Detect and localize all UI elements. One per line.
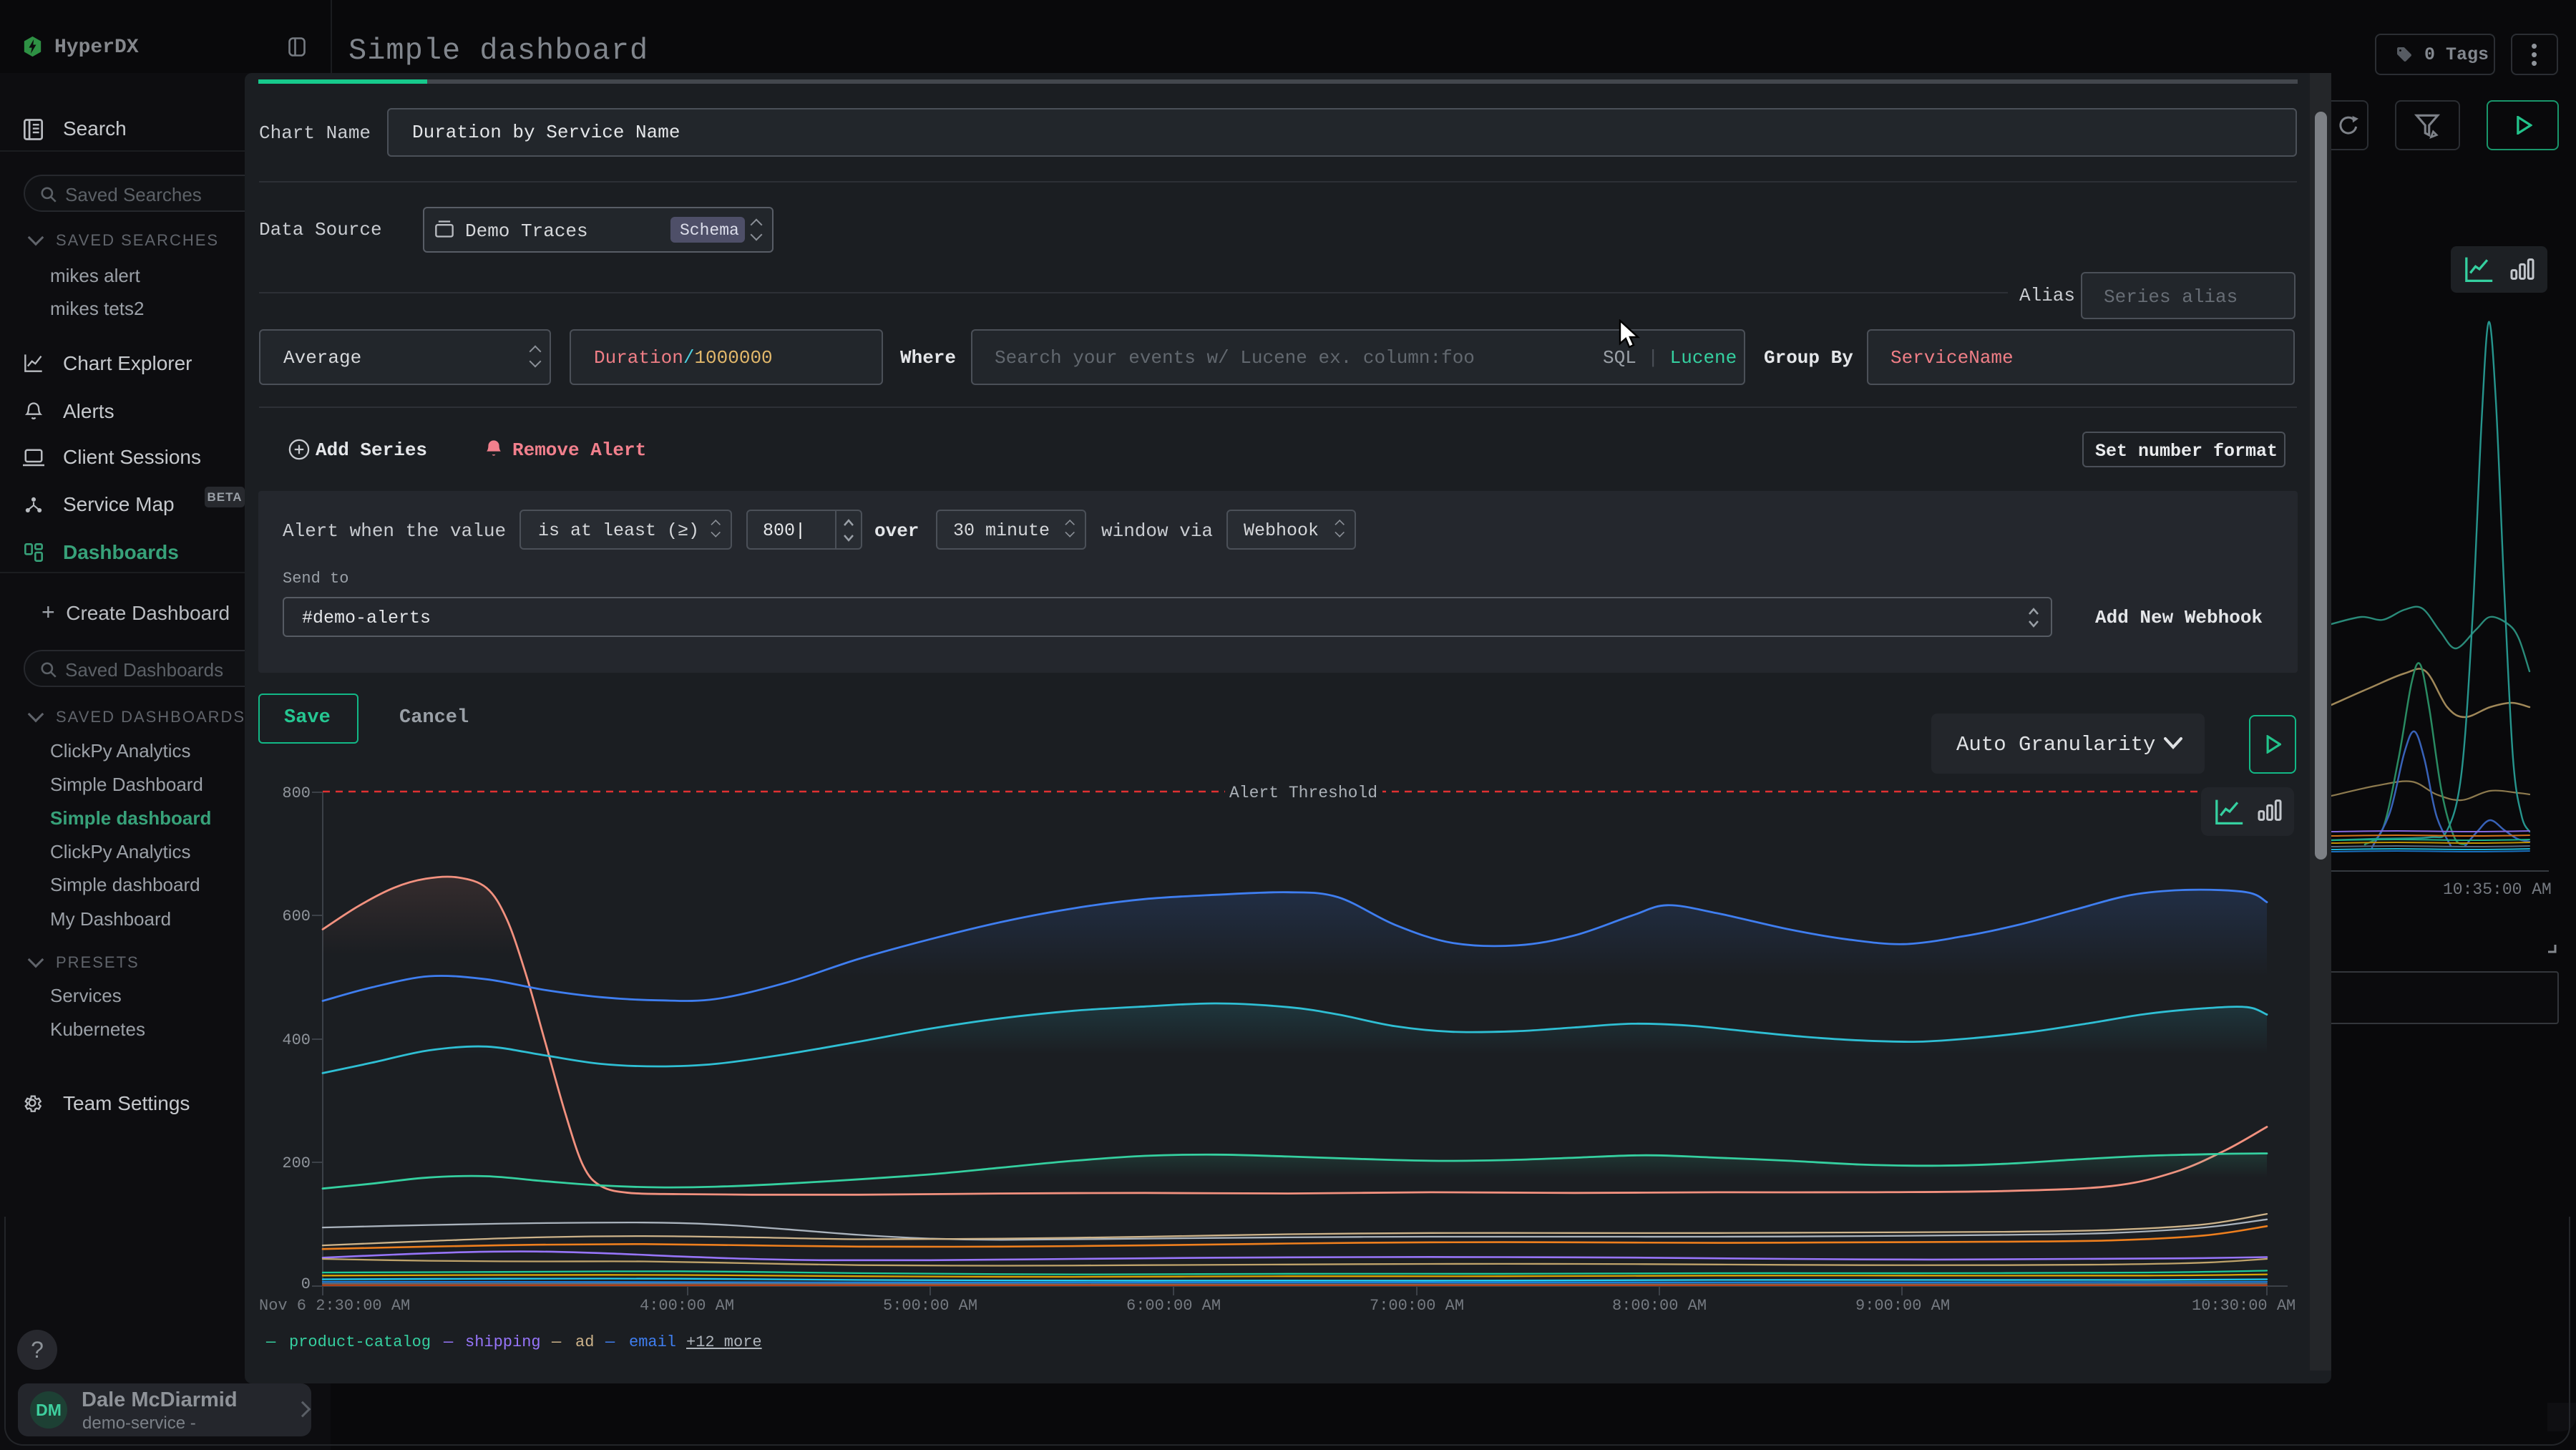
svg-text:Alert Threshold: Alert Threshold: [1229, 784, 1377, 802]
